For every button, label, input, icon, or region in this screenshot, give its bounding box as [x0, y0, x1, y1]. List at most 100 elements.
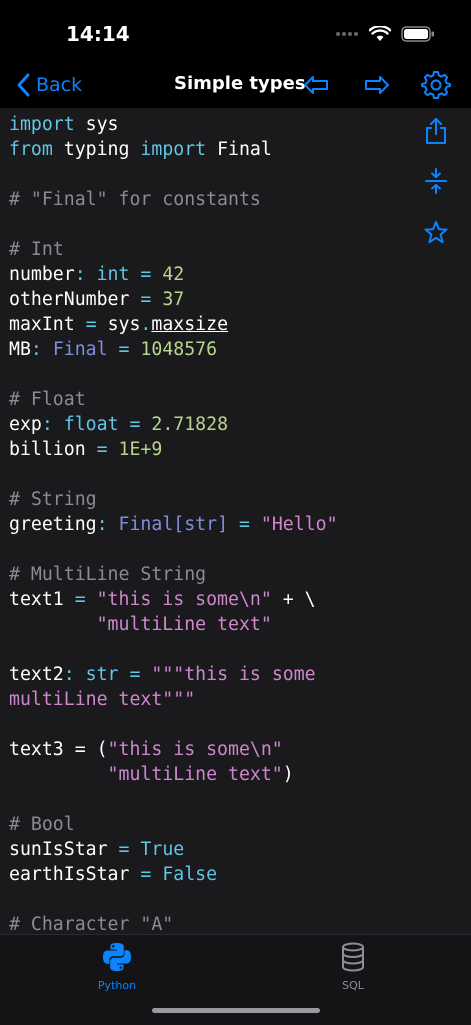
- code-token: str: [85, 664, 119, 685]
- status-bar: 14:14: [0, 0, 471, 62]
- code-token: :: [63, 664, 86, 685]
- tab-python-label: Python: [97, 979, 137, 992]
- code-token: :: [96, 514, 119, 535]
- tab-sql-label: SQL: [342, 979, 364, 992]
- code-token: text2: [9, 664, 64, 685]
- code-line: MB: Final = 1048576: [0, 337, 471, 362]
- code-token: maxsize: [151, 314, 229, 335]
- code-token: + \: [271, 589, 316, 610]
- battery-icon: [401, 26, 434, 42]
- code-token: True: [140, 839, 185, 860]
- code-token: = (: [63, 739, 108, 760]
- tab-sql[interactable]: SQL: [313, 941, 393, 992]
- star-icon[interactable]: [421, 218, 451, 248]
- code-token: text3: [9, 739, 64, 760]
- code-token: exp: [9, 414, 42, 435]
- code-token: # MultiLine String: [9, 564, 207, 585]
- code-line: number: int = 42: [0, 262, 471, 287]
- python-icon: [103, 943, 131, 971]
- code-token: =: [63, 589, 97, 610]
- code-token: # "Final" for constants: [9, 189, 261, 210]
- page-title: Simple types: [174, 73, 306, 94]
- code-token: =: [107, 339, 141, 360]
- code-line: billion = 1E+9: [0, 437, 471, 462]
- code-token: :: [41, 414, 64, 435]
- code-token: billion: [9, 439, 86, 460]
- code-line: maxInt = sys.maxsize: [0, 312, 471, 337]
- back-button-label: Back: [36, 74, 83, 96]
- code-token: =: [85, 439, 119, 460]
- signal-icon: [336, 32, 358, 36]
- share-icon[interactable]: [421, 116, 451, 146]
- code-editor[interactable]: import sys from typing import Final # "Fi…: [0, 108, 471, 934]
- code-token: float: [63, 414, 119, 435]
- code-token: # Int: [9, 239, 64, 260]
- chevron-left-icon: [17, 73, 30, 97]
- code-token: ): [282, 764, 294, 785]
- code-line: # "Final" for constants: [0, 187, 471, 212]
- status-indicators: [335, 26, 435, 42]
- arrow-right-icon[interactable]: [362, 70, 392, 100]
- code-line: # Int: [0, 237, 471, 262]
- arrow-left-icon[interactable]: [301, 70, 331, 100]
- code-token: """this is some: [151, 664, 316, 685]
- code-token: Final: [52, 339, 108, 360]
- code-token: Final: [206, 139, 272, 160]
- code-line: multiLine text""": [0, 687, 471, 712]
- code-line: "multiLine text": [0, 612, 471, 637]
- code-line: text3 = ("this is some\n": [0, 737, 471, 762]
- code-line: # Bool: [0, 812, 471, 837]
- code-line: greeting: Final[str] = "Hello": [0, 512, 471, 537]
- code-token: "multiLine text": [9, 764, 283, 785]
- code-token: 2.71828: [151, 414, 229, 435]
- code-token: sunIsStar: [9, 839, 108, 860]
- home-indicator[interactable]: [152, 1008, 320, 1013]
- code-line: # Character "A": [0, 912, 471, 934]
- collapse-icon[interactable]: [421, 166, 451, 196]
- code-token: greeting: [9, 514, 97, 535]
- back-button[interactable]: Back: [12, 70, 82, 100]
- status-time: 14:14: [66, 22, 130, 46]
- code-token: 1E+9: [118, 439, 163, 460]
- code-token: "Hello": [260, 514, 338, 535]
- code-line: # MultiLine String: [0, 562, 471, 587]
- code-token: text1: [9, 589, 64, 610]
- code-token: maxInt: [9, 314, 75, 335]
- tab-python[interactable]: Python: [77, 941, 157, 992]
- code-line: "multiLine text"): [0, 762, 471, 787]
- code-token: number: [9, 264, 75, 285]
- code-token: =: [74, 314, 108, 335]
- code-token: # String: [9, 489, 97, 510]
- code-token: :: [74, 264, 97, 285]
- code-token: :: [30, 339, 53, 360]
- navigation-bar: Back Simple types: [0, 62, 471, 108]
- code-token: =: [118, 664, 152, 685]
- code-line: import sys: [0, 112, 471, 137]
- code-line: sunIsStar = True: [0, 837, 471, 862]
- code-token: "multiLine text": [9, 614, 272, 635]
- code-token: =: [129, 864, 163, 885]
- code-token: otherNumber: [9, 289, 130, 310]
- code-token: sys: [74, 114, 119, 135]
- code-token: .: [140, 314, 152, 335]
- code-token: typing: [52, 139, 141, 160]
- code-token: =: [129, 289, 163, 310]
- code-token: =: [107, 839, 141, 860]
- code-line: otherNumber = 37: [0, 287, 471, 312]
- code-line: from typing import Final: [0, 137, 471, 162]
- code-line: # String: [0, 487, 471, 512]
- gear-icon[interactable]: [421, 70, 451, 100]
- code-token: sys: [107, 314, 141, 335]
- code-line: # Float: [0, 387, 471, 412]
- code-line: text1 = "this is some\n" + \: [0, 587, 471, 612]
- wifi-icon: [369, 26, 391, 41]
- code-token: import: [9, 114, 75, 135]
- database-icon: [342, 942, 364, 972]
- code-line: exp: float = 2.71828: [0, 412, 471, 437]
